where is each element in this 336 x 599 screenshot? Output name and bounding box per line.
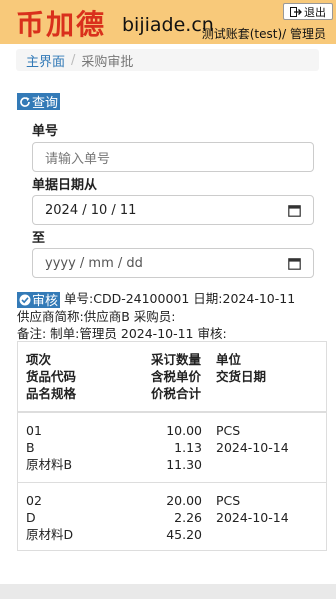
row-delivery-date: 2024-10-14 xyxy=(216,510,289,525)
query-button[interactable]: 查询 xyxy=(17,93,61,111)
row-delivery-date: 2024-10-14 xyxy=(216,440,289,455)
logo-chinese: 币加德 xyxy=(16,8,107,41)
order-summary-line: 单号:CDD-24100001 日期:2024-10-11 xyxy=(64,291,296,306)
row-unit-price: 1.13 xyxy=(174,440,202,455)
refresh-icon xyxy=(20,96,30,107)
row-item-no: 02 xyxy=(26,493,42,508)
row-divider xyxy=(18,482,326,483)
row-product-name: 原材料D xyxy=(26,527,74,542)
header-delivery-date: 交货日期 xyxy=(216,369,267,384)
row-total: 11.30 xyxy=(166,457,202,472)
date-to-label: 至 xyxy=(32,231,46,246)
header-product-code: 货品代码 xyxy=(26,369,77,384)
order-no-placeholder: 请输入单号 xyxy=(45,151,111,167)
date-to-placeholder: yyyy / mm / dd xyxy=(45,255,143,271)
order-no-label: 单号 xyxy=(32,124,59,139)
logout-icon xyxy=(290,6,302,17)
header-item-no: 项次 xyxy=(26,352,52,367)
breadcrumb: 主界面 / 采购审批 xyxy=(16,49,319,71)
header-product-name: 品名规格 xyxy=(26,386,77,401)
row-quantity: 20.00 xyxy=(166,493,202,508)
date-from-input[interactable]: 2024 / 10 / 11 xyxy=(32,195,314,225)
check-circle-icon xyxy=(19,294,31,305)
row-quantity: 10.00 xyxy=(166,423,202,438)
breadcrumb-home-link[interactable]: 主界面 xyxy=(26,51,65,70)
order-lines-table: 项次 货品代码 品名规格 采订数量 含税单价 价税合计 单位 交货日期 01 B… xyxy=(17,341,327,551)
calendar-icon[interactable] xyxy=(288,257,301,270)
row-product-code: D xyxy=(26,510,36,525)
breadcrumb-current: 采购审批 xyxy=(81,54,134,70)
bottom-scroll-area xyxy=(0,584,336,599)
header-quantity: 采订数量 xyxy=(151,352,202,367)
row-unit-price: 2.26 xyxy=(174,510,202,525)
logout-button[interactable]: 退出 xyxy=(283,3,333,20)
remarks-line: 备注: 制单:管理员 2024-10-11 审核: xyxy=(17,326,227,341)
header-total: 价税合计 xyxy=(151,386,202,401)
date-from-value: 2024 / 10 / 11 xyxy=(45,202,137,218)
header-unit: 单位 xyxy=(216,352,242,367)
header-unit-price: 含税单价 xyxy=(151,369,202,384)
table-header: 项次 货品代码 品名规格 采订数量 含税单价 价税合计 单位 交货日期 xyxy=(18,342,326,413)
order-no-input[interactable]: 请输入单号 xyxy=(32,142,314,172)
row-unit: PCS xyxy=(216,423,241,438)
logo-domain: bijiade.cn xyxy=(122,14,214,36)
account-info: 测试账套(test)/ 管理员 xyxy=(201,27,326,41)
logout-label: 退出 xyxy=(304,5,326,19)
row-total: 45.20 xyxy=(166,527,202,542)
row-product-name: 原材料B xyxy=(26,457,73,472)
app-header: 币加德 bijiade.cn 退出 测试账套(test)/ 管理员 xyxy=(0,0,336,44)
row-product-code: B xyxy=(26,440,35,455)
audit-header-line: 审核 单号:CDD-24100001 日期:2024-10-11 xyxy=(17,288,296,309)
row-unit: PCS xyxy=(216,493,241,508)
query-label: 查询 xyxy=(32,96,59,111)
calendar-icon[interactable] xyxy=(288,204,301,217)
date-from-label: 单据日期从 xyxy=(32,178,98,193)
breadcrumb-separator: / xyxy=(71,52,76,68)
date-to-input[interactable]: yyyy / mm / dd xyxy=(32,248,314,278)
row-item-no: 01 xyxy=(26,423,42,438)
